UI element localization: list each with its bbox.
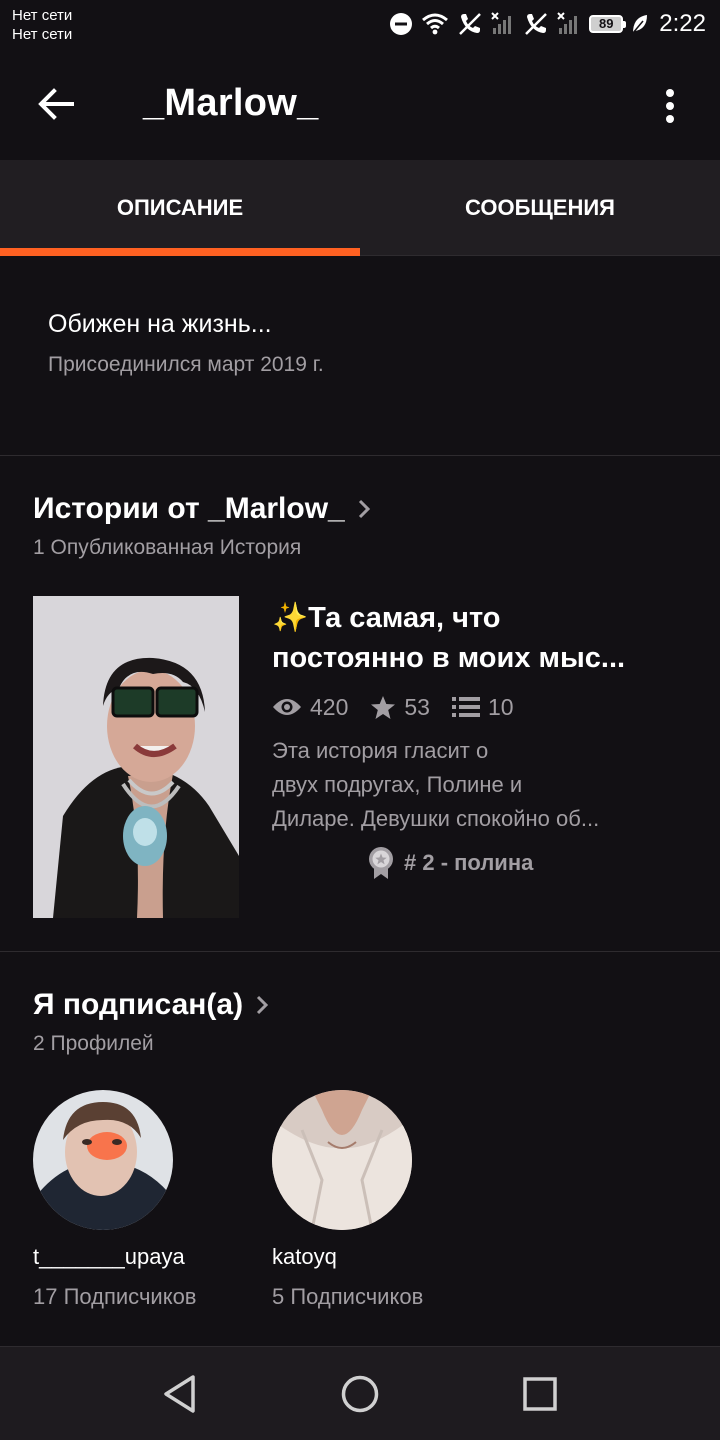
followed-profile[interactable]: t_______upaya 17 Подписчиков: [33, 1090, 197, 1310]
followed-username: t_______upaya: [33, 1244, 185, 1269]
circle-home-icon: [341, 1375, 379, 1413]
eye-icon: [273, 699, 301, 715]
votes-count: 53: [404, 693, 430, 720]
tab-messages[interactable]: СООБЩЕНИЯ: [360, 160, 720, 256]
section-divider: [0, 455, 720, 456]
triangle-back-icon: [164, 1375, 195, 1413]
sparkles-emoji: ✨: [272, 602, 309, 634]
carrier-line-2: Нет сети: [12, 26, 73, 43]
list-icon: [451, 697, 480, 717]
wifi-icon: [422, 13, 449, 35]
no-call-icon: [459, 13, 482, 35]
story-title-line-1: Та самая, что: [308, 602, 501, 634]
tab-about[interactable]: ОПИСАНИЕ: [0, 160, 360, 256]
stories-count: 1 Опубликованная История: [33, 536, 302, 559]
active-tab-indicator: [0, 248, 360, 256]
carrier-info: Нет сети Нет сети: [12, 6, 72, 44]
following-section-header[interactable]: Я подписан(а): [33, 988, 269, 1022]
profile-tagline: Обижен на жизнь...: [48, 310, 272, 338]
story-cover-image: [33, 596, 239, 918]
stories-section-header[interactable]: Истории от _Marlow_: [33, 492, 371, 526]
story-rank[interactable]: # 2 - полина: [368, 846, 692, 880]
story-description: Эта история гласит о двух подругах, Поли…: [272, 734, 642, 836]
avatar: [272, 1090, 412, 1230]
story-description-line-3: Диларе. Девушки спокойно об...: [272, 806, 600, 831]
system-navigation-bar: [0, 1346, 720, 1440]
following-count: 2 Профилей: [33, 1032, 154, 1055]
nav-back-button[interactable]: [155, 1369, 205, 1419]
page-title: _Marlow_: [143, 82, 319, 124]
profile-tabs: ОПИСАНИЕ СООБЩЕНИЯ: [0, 160, 720, 256]
reads-stat: 420: [272, 694, 348, 721]
app-bar: _Marlow_: [0, 52, 720, 160]
arrow-left-icon: [38, 88, 74, 120]
votes-stat: 53: [370, 694, 430, 721]
followed-username: katoyq: [272, 1244, 337, 1269]
parts-count: 10: [487, 693, 514, 720]
followed-follower-count: 5 Подписчиков: [272, 1284, 424, 1309]
badge-icon: [369, 847, 393, 879]
join-date: Присоединился март 2019 г.: [48, 353, 324, 376]
stories-section-title: Истории от _Marlow_: [33, 492, 345, 525]
section-divider: [0, 951, 720, 952]
nav-recents-button[interactable]: [515, 1369, 565, 1419]
parts-stat: 10: [451, 693, 514, 721]
square-recents-icon: [523, 1377, 557, 1411]
leaf-icon: [632, 15, 648, 34]
star-icon: [371, 695, 396, 719]
carrier-line-1: Нет сети: [12, 7, 73, 24]
more-options-button[interactable]: [642, 80, 698, 132]
back-button[interactable]: [24, 76, 88, 132]
more-vertical-icon: [666, 89, 674, 123]
rank-label: # 2 - полина: [404, 850, 534, 875]
clock: 2:22: [659, 10, 706, 37]
story-card[interactable]: ✨Та самая, что постоянно в моих мыс... 4…: [272, 598, 692, 880]
story-cover[interactable]: [33, 596, 239, 918]
status-icons: 89 2:22: [389, 8, 706, 40]
do-not-disturb-icon: [390, 13, 413, 35]
avatar-image: [272, 1090, 412, 1230]
avatar-image: [33, 1090, 173, 1230]
chevron-right-icon: [358, 499, 370, 519]
profile-about: Обижен на жизнь... Присоединился март 20…: [48, 310, 324, 377]
followed-profile[interactable]: katoyq 5 Подписчиков: [272, 1090, 423, 1310]
avatar: [33, 1090, 173, 1230]
story-title-line-2: постоянно в моих мыс...: [272, 642, 626, 674]
chevron-right-icon: [257, 995, 269, 1015]
story-stats: 420 53 10: [272, 690, 692, 724]
story-description-line-1: Эта история гласит о: [272, 738, 489, 763]
nav-home-button[interactable]: [335, 1369, 385, 1419]
story-description-line-2: двух подругах, Полине и: [272, 772, 523, 797]
no-call-icon-2: [525, 13, 548, 35]
followed-follower-count: 17 Подписчиков: [33, 1284, 197, 1309]
profile-screen: Нет сети Нет сети 89 2:22 _Marlow_ ОПИСА…: [0, 0, 720, 1440]
status-bar: Нет сети Нет сети 89 2:22: [0, 0, 720, 52]
reads-count: 420: [310, 693, 349, 720]
following-section-title: Я подписан(а): [33, 988, 244, 1021]
battery-indicator: 89: [589, 15, 627, 33]
no-signal-icon: [491, 12, 512, 34]
story-title[interactable]: ✨Та самая, что постоянно в моих мыс...: [272, 598, 692, 678]
no-signal-icon-2: [557, 12, 578, 34]
